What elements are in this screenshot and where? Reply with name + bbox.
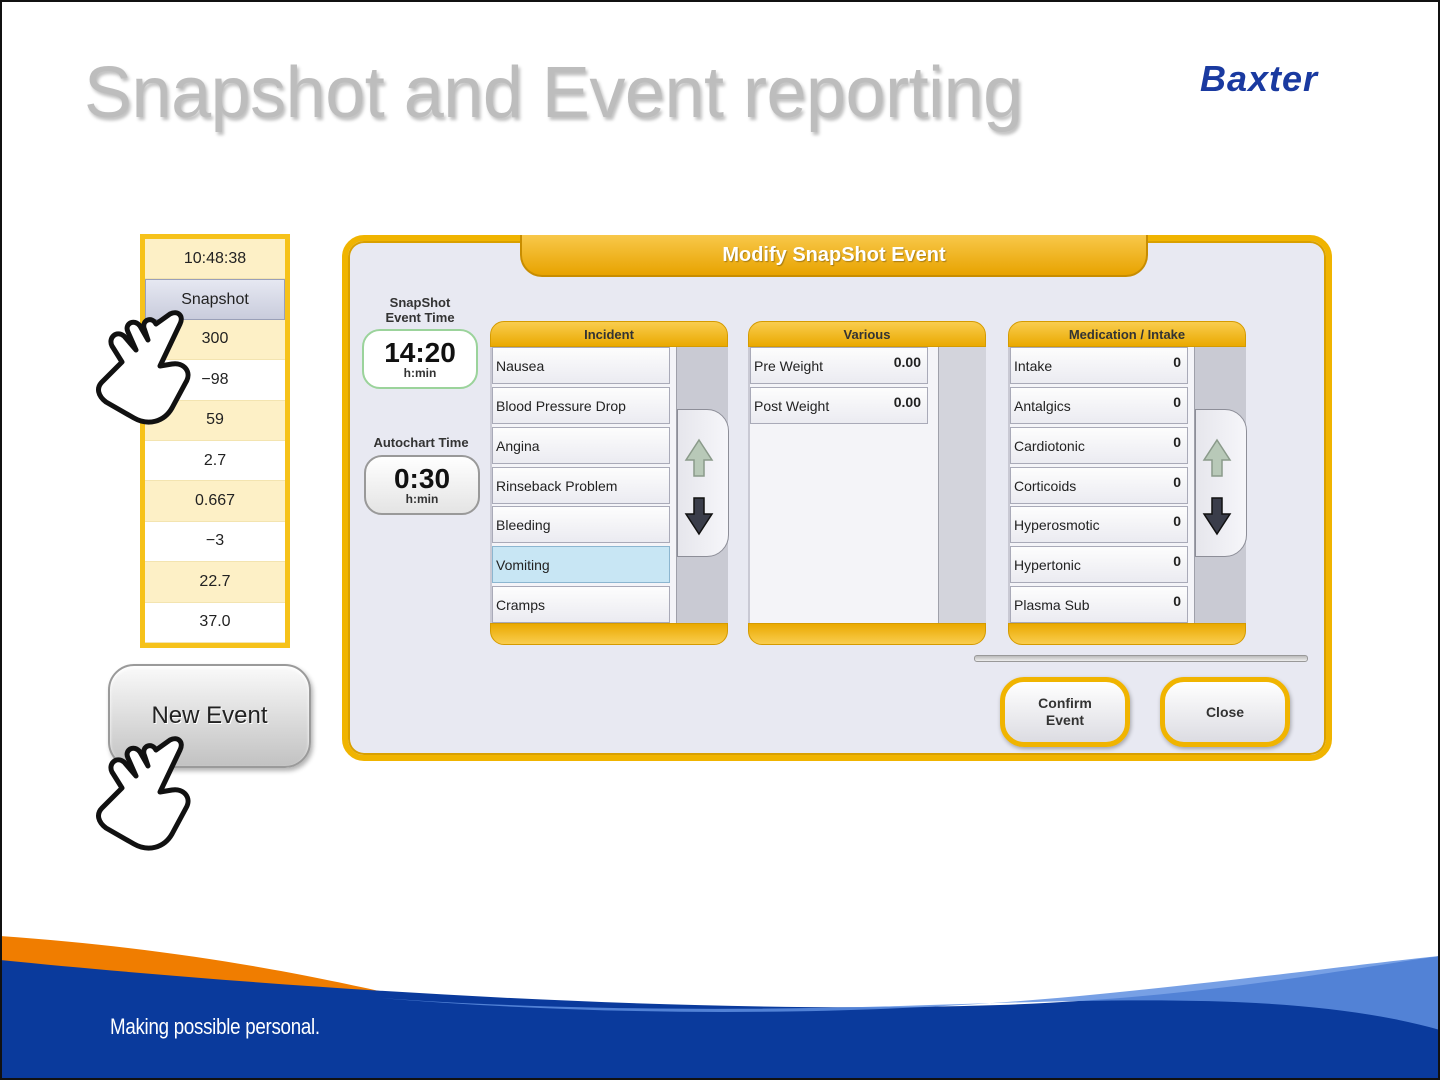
confirm-event-button[interactable]: Confirm Event — [1000, 677, 1130, 747]
incident-panel-footer — [490, 623, 728, 645]
scroll-up-arrow-icon[interactable] — [1202, 438, 1232, 478]
various-panel-footer — [748, 623, 986, 645]
various-panel-title: Various — [748, 321, 986, 347]
footer-swoosh — [0, 936, 1440, 1080]
incident-item-bleeding[interactable]: Bleeding — [492, 506, 670, 543]
separator-bar — [974, 655, 1308, 662]
autochart-time-value: 0:30 — [393, 462, 451, 494]
pre-weight-label: Pre Weight — [754, 357, 823, 374]
confirm-event-label-line2: Event — [1045, 712, 1085, 728]
value-row: 37.0 — [145, 603, 285, 643]
value-row-time: 10:48:38 — [145, 239, 285, 280]
medication-item-value: 0 — [1173, 394, 1181, 410]
close-button[interactable]: Close — [1160, 677, 1290, 747]
incident-item-vomiting[interactable]: Vomiting — [492, 546, 670, 583]
medication-item-label: Hyperosmotic — [1014, 516, 1100, 533]
pointing-hand-icon — [96, 736, 191, 851]
snapshot-time-label-line2: Event Time — [385, 310, 455, 325]
various-item-pre-weight[interactable]: Pre Weight 0.00 — [750, 347, 928, 384]
incident-scrollbar[interactable] — [676, 347, 729, 627]
medication-item-label: Corticoids — [1014, 477, 1077, 494]
medication-item-antalgics[interactable]: Antalgics 0 — [1010, 387, 1188, 424]
incident-item-cramps[interactable]: Cramps — [492, 586, 670, 623]
snapshot-time-label-line1: SnapShot — [389, 295, 451, 310]
snapshot-time-value: 14:20 — [384, 336, 456, 368]
value-row: 2.7 — [145, 441, 285, 482]
incident-panel: Incident Nausea Blood Pressure Drop Angi… — [490, 321, 729, 645]
value-row: 0.667 — [145, 481, 285, 522]
confirm-event-label-line1: Confirm — [1038, 695, 1092, 711]
medication-item-value: 0 — [1173, 513, 1181, 529]
medication-item-value: 0 — [1173, 474, 1181, 490]
various-scrollbar[interactable] — [938, 347, 986, 627]
dialog-title: Modify SnapShot Event — [722, 243, 946, 266]
autochart-time-label: Autochart Time — [373, 435, 469, 450]
medication-item-intake[interactable]: Intake 0 — [1010, 347, 1188, 384]
baxter-logo: Baxter — [1200, 58, 1319, 99]
medication-panel-title: Medication / Intake — [1008, 321, 1246, 347]
medication-scrollbar[interactable] — [1194, 347, 1247, 627]
medication-item-value: 0 — [1173, 553, 1181, 569]
medication-item-value: 0 — [1173, 354, 1181, 370]
snapshot-time-unit: h:min — [403, 365, 437, 380]
scroll-down-arrow-icon[interactable] — [1202, 496, 1232, 536]
incident-item-angina[interactable]: Angina — [492, 427, 670, 464]
medication-item-value: 0 — [1173, 593, 1181, 609]
medication-item-hypertonic[interactable]: Hypertonic 0 — [1010, 546, 1188, 583]
post-weight-label: Post Weight — [754, 397, 830, 414]
incident-item-blood-pressure-drop[interactable]: Blood Pressure Drop — [492, 387, 670, 424]
medication-scroll-buttons — [1195, 409, 1247, 557]
autochart-time-field[interactable]: 0:30 h:min — [364, 455, 480, 515]
value-column: 10:48:38 Snapshot 300 −98 59 2.7 0.667 −… — [140, 234, 290, 648]
value-row: −3 — [145, 522, 285, 563]
dialog-title-bar: Modify SnapShot Event — [520, 235, 1148, 277]
slide-title: Snapshot and Event reporting — [84, 53, 1023, 133]
modify-snapshot-dialog: Modify SnapShot Event SnapShot Event Tim… — [342, 235, 1332, 761]
scroll-up-arrow-icon[interactable] — [684, 438, 714, 478]
medication-item-label: Antalgics — [1014, 397, 1071, 414]
various-item-post-weight[interactable]: Post Weight 0.00 — [750, 387, 928, 424]
incident-item-rinseback-problem[interactable]: Rinseback Problem — [492, 467, 670, 504]
medication-item-cardiotonic[interactable]: Cardiotonic 0 — [1010, 427, 1188, 464]
medication-item-hyperosmotic[interactable]: Hyperosmotic 0 — [1010, 506, 1188, 543]
medication-item-corticoids[interactable]: Corticoids 0 — [1010, 467, 1188, 504]
medication-item-label: Intake — [1014, 357, 1053, 374]
incident-scroll-buttons — [677, 409, 729, 557]
medication-item-plasma-sub[interactable]: Plasma Sub 0 — [1010, 586, 1188, 623]
various-panel: Various Pre Weight 0.00 Post Weight 0.00 — [748, 321, 986, 645]
incident-panel-title: Incident — [490, 321, 728, 347]
footer-tagline: Making possible personal. — [110, 1014, 320, 1039]
medication-item-value: 0 — [1173, 434, 1181, 450]
medication-item-label: Hypertonic — [1014, 556, 1081, 573]
incident-item-nausea[interactable]: Nausea — [492, 347, 670, 384]
snapshot-time-field[interactable]: 14:20 h:min — [362, 329, 478, 389]
medication-panel: Medication / Intake Intake 0 Antalgics 0… — [1008, 321, 1247, 645]
post-weight-value: 0.00 — [893, 394, 921, 410]
value-row: 22.7 — [145, 562, 285, 603]
medication-item-label: Cardiotonic — [1014, 437, 1085, 454]
scroll-down-arrow-icon[interactable] — [684, 496, 714, 536]
pre-weight-value: 0.00 — [893, 354, 921, 370]
medication-item-label: Plasma Sub — [1014, 596, 1090, 613]
snapshot-time-label: SnapShot Event Time — [370, 295, 470, 325]
close-label: Close — [1205, 703, 1245, 720]
pointing-hand-icon — [96, 310, 191, 425]
new-event-label: New Event — [151, 702, 268, 729]
medication-panel-footer — [1008, 623, 1246, 645]
autochart-time-unit: h:min — [405, 491, 439, 506]
